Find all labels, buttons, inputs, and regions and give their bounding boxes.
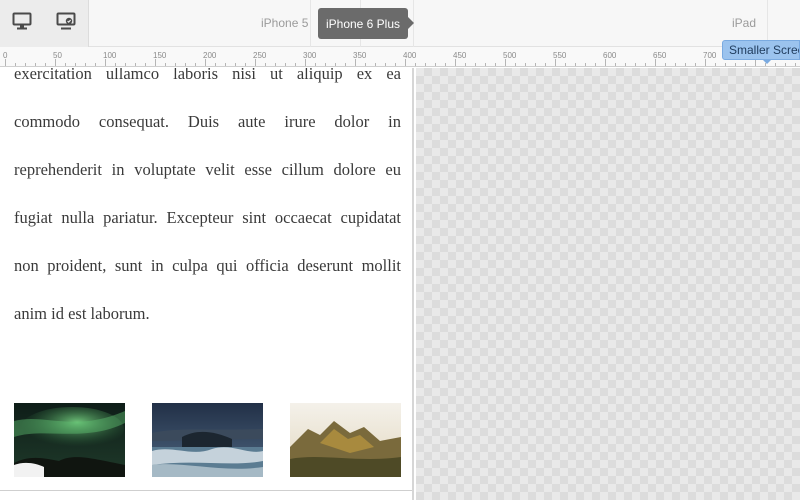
screen-sync-icon <box>56 12 76 35</box>
device-preview-button[interactable] <box>54 11 78 35</box>
ruler-label: 250 <box>253 51 267 60</box>
ruler-label: 350 <box>353 51 367 60</box>
ruler-scale: 0 50 100 150 200 250 300 350 400 450 500 550 600 650 7… <box>3 51 796 66</box>
breakpoint-ipad[interactable]: iPad <box>732 16 756 30</box>
mountain-photo <box>290 403 401 477</box>
view-tools <box>0 0 89 47</box>
ocean-wave-photo <box>152 403 263 477</box>
preview-pane[interactable]: exercitation ullamco laboris nisi ut ali… <box>0 68 414 500</box>
ruler-label: 300 <box>303 51 317 60</box>
breakpoint-iphone6plus-label: iPhone 6 Plus <box>325 16 401 31</box>
monitor-icon <box>12 12 32 35</box>
ruler-label: 400 <box>403 51 417 60</box>
preview-bottom-edge <box>0 490 412 491</box>
ruler-label: 650 <box>653 51 667 60</box>
smaller-screens-marker <box>763 60 771 64</box>
ruler-label: 700 <box>703 51 717 60</box>
body-text: exercitation ullamco laboris nisi ut ali… <box>14 68 401 323</box>
ruler-label: 450 <box>453 51 467 60</box>
active-breakpoint-arrow <box>408 17 414 29</box>
ruler-label: 550 <box>553 51 567 60</box>
ruler-label: 0 <box>3 51 8 60</box>
ruler-label: 100 <box>103 51 117 60</box>
ruler-label: 500 <box>503 51 517 60</box>
ruler-label: 50 <box>53 51 62 60</box>
ruler-label: 600 <box>603 51 617 60</box>
smaller-screens-label: Smaller Scree <box>729 43 800 57</box>
breakpoint-iphone6plus-active[interactable]: iPhone 6 Plus <box>318 8 408 39</box>
breakpoint-iphone5[interactable]: iPhone 5 <box>261 16 308 30</box>
ruler-label: 200 <box>203 51 217 60</box>
ruler[interactable]: 0 50 100 150 200 250 300 350 400 450 500 550 600 650 7… <box>0 47 800 67</box>
toolbar: iPhone 5 iPhone 6 Plus iPad <box>0 0 800 47</box>
aurora-photo <box>14 403 125 477</box>
desktop-view-button[interactable] <box>10 11 34 35</box>
breakpoint-divider <box>310 0 311 47</box>
ruler-label: 150 <box>153 51 167 60</box>
canvas-transparent-area <box>416 68 800 500</box>
smaller-screens-tab[interactable]: Smaller Scree <box>722 40 800 60</box>
